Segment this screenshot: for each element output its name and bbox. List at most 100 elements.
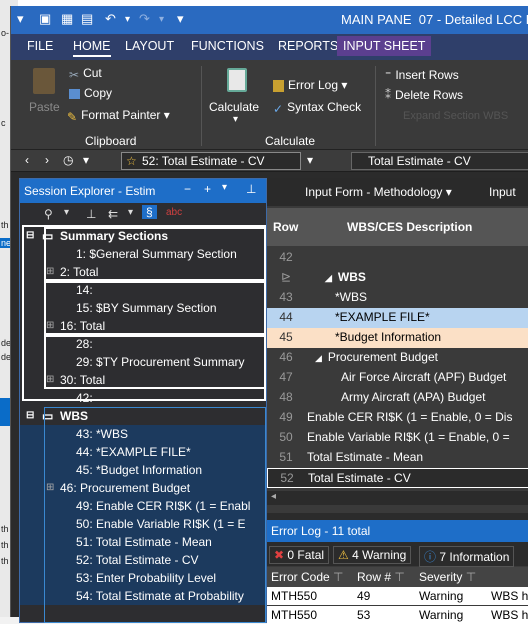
add-icon[interactable]: + (204, 182, 211, 196)
grid-row[interactable]: 45 *Budget Information (267, 328, 528, 348)
window-title: MAIN PANE 07 - Detailed LCC E (341, 12, 528, 27)
calculate-button[interactable]: Calculate ▾ (207, 66, 267, 126)
grid-row[interactable]: 47 Air Force Aircraft (APF) Budget (267, 368, 528, 388)
expand-triangle-icon[interactable]: ◢ (325, 273, 332, 283)
grid-row[interactable]: 49 Enable CER RI$K (1 = Enable, 0 = Dis (267, 408, 528, 428)
grid-row[interactable]: 43 *WBS (267, 288, 528, 308)
format-painter-label: Format Painter (81, 108, 161, 122)
menu-file[interactable]: FILE (27, 39, 53, 53)
expand-section-wbs-button[interactable]: Expand Section WBS (403, 110, 508, 122)
nav-forward-icon[interactable]: › (45, 153, 49, 167)
syntax-check-button[interactable]: ✓ Syntax Check (273, 100, 361, 116)
row-description: Enable CER RI$K (1 = Enable, 0 = Dis (307, 408, 528, 427)
fatal-filter-button[interactable]: ✖ 0 Fatal (269, 546, 330, 564)
row-number: 42 (279, 250, 293, 264)
history-icon[interactable]: ◷ (63, 153, 73, 167)
error-row[interactable]: MTH550 49 Warning WBS h (267, 587, 528, 605)
tab-input[interactable]: Input (489, 185, 516, 199)
nav-dropdown-icon[interactable]: ▾ (307, 153, 313, 167)
customize-toolbar-icon[interactable]: ▾ (177, 11, 184, 27)
filter-icon[interactable]: ⚲ (44, 207, 53, 221)
redo-icon[interactable]: ↷ (139, 11, 150, 27)
grid-row[interactable]: 50 Enable Variable RI$K (1 = Enable, 0 = (267, 428, 528, 448)
menu-layout[interactable]: LAYOUT (125, 39, 174, 53)
indent-icon[interactable]: ⇇ (108, 207, 118, 221)
row-description-text: *Budget Information (335, 330, 442, 344)
grid-row[interactable]: 46 ◢ Procurement Budget (267, 348, 528, 368)
col-error-code[interactable]: Error Code ⊤ (271, 570, 343, 584)
collapse-row-icon[interactable]: ⊵ (281, 268, 291, 287)
expand-triangle-icon[interactable]: ◢ (315, 353, 322, 363)
favorite-star-icon[interactable]: ☆ (126, 154, 137, 168)
ribbon: Paste ✂ Cut Copy ✎ Format Painter ▾ Clipbo… (11, 60, 528, 150)
grid-row[interactable]: 48 Army Aircraft (APA) Budget (267, 388, 528, 408)
panel-dropdown-icon[interactable]: ▾ (222, 182, 227, 193)
filter-icon[interactable]: ⊤ (333, 570, 343, 584)
format-painter-button[interactable]: ✎ Format Painter ▾ (67, 108, 170, 124)
information-count: 7 Information (439, 550, 510, 564)
filter-icon[interactable]: ⊤ (394, 570, 404, 584)
section-toggle-icon[interactable]: § (142, 205, 157, 219)
redo-dropdown-icon[interactable]: ▾ (159, 14, 164, 25)
indent-dropdown-icon[interactable]: ▾ (128, 207, 133, 218)
menu-reports[interactable]: REPORTS (278, 39, 338, 53)
information-filter-button[interactable]: ⓘ 7 Information (419, 546, 515, 567)
scroll-left-icon[interactable]: ◂ (271, 491, 276, 502)
tab-input-form-methodology[interactable]: Input Form - Methodology ▾ (305, 185, 452, 199)
copy-button[interactable]: Copy (69, 86, 112, 100)
cut-label: Cut (83, 66, 102, 80)
collapse-icon[interactable]: − (184, 182, 191, 196)
level-icon[interactable]: ⊥ (86, 207, 96, 221)
history-dropdown-icon[interactable]: ▾ (83, 153, 89, 167)
delete-rows-icon: ⁑ (385, 88, 391, 102)
error-description: WBS h (491, 589, 528, 603)
filter-dropdown-icon[interactable]: ▾ (64, 207, 69, 218)
horizontal-scrollbar[interactable]: ◂ (267, 491, 528, 505)
cut-button[interactable]: ✂ Cut (69, 66, 102, 82)
undo-icon[interactable]: ↶ (105, 11, 116, 27)
grid-row[interactable]: 52 Total Estimate - CV (267, 468, 528, 488)
paste-button[interactable]: Paste (25, 66, 65, 122)
nav-current-item[interactable]: Total Estimate - CV (351, 152, 528, 170)
expander-icon[interactable]: ⊟ (26, 407, 34, 425)
col-severity[interactable]: Severity ⊤ (419, 570, 476, 584)
warning-filter-button[interactable]: ⚠ 4 Warning (333, 546, 412, 564)
col-row-number[interactable]: Row # ⊤ (357, 570, 405, 584)
nav-back-icon[interactable]: ‹ (25, 153, 29, 167)
pin-icon[interactable]: ⊥ (246, 182, 256, 196)
row-description: *Budget Information (307, 328, 528, 347)
main-pane-label: MAIN PANE (341, 12, 412, 27)
menu-input-sheet[interactable]: INPUT SHEET (337, 36, 432, 56)
grid-icon[interactable]: ▦ (61, 11, 73, 27)
grid-row[interactable]: ⊵ ◢ WBS (267, 268, 528, 288)
menu-home[interactable]: HOME (73, 39, 111, 57)
application-window: ▾ ▣ ▦ ▤ ↶ ▾ ↷ ▾ ▾ MAIN PANE 07 - Detaile… (10, 6, 528, 624)
open-folder-icon[interactable]: ▤ (81, 11, 93, 27)
undo-dropdown-icon[interactable]: ▾ (125, 14, 130, 25)
row-description-text: Total Estimate - Mean (307, 450, 424, 464)
clipboard-group-label: Clipboard (85, 134, 137, 148)
error-row[interactable]: MTH550 53 Warning WBS h (267, 606, 528, 624)
menu-bar: FILE HOME LAYOUT FUNCTIONS REPORTS INPUT… (11, 34, 528, 60)
nav-location-box[interactable]: ☆ 52: Total Estimate - CV (121, 152, 301, 170)
grid-row[interactable]: 51 Total Estimate - Mean (267, 448, 528, 468)
row-number: 49 (279, 410, 293, 424)
save-icon[interactable]: ▣ (39, 11, 51, 27)
delete-rows-button[interactable]: ⁑ Delete Rows (385, 88, 463, 102)
error-log-button[interactable]: Error Log ▾ (273, 78, 347, 92)
row-number: 43 (279, 290, 293, 304)
col-label: Severity (419, 570, 463, 584)
error-log-columns: Error Code ⊤ Row # ⊤ Severity ⊤ (267, 567, 528, 587)
clipboard-icon (33, 68, 55, 94)
grid-row[interactable]: 42 (267, 248, 528, 268)
app-menu-icon[interactable]: ▾ (17, 11, 24, 27)
insert-rows-button[interactable]: ⁼ Insert Rows (385, 68, 459, 82)
menu-functions[interactable]: FUNCTIONS (191, 39, 264, 53)
error-log-count: 11 total (331, 524, 371, 538)
filter-icon[interactable]: ⊤ (466, 570, 476, 584)
row-description-text: WBS (337, 270, 366, 284)
insert-rows-label: Insert Rows (395, 68, 459, 82)
spellcheck-icon[interactable]: abc (166, 207, 182, 218)
fatal-icon: ✖ (274, 548, 285, 562)
grid-row[interactable]: 44 *EXAMPLE FILE* (267, 308, 528, 328)
